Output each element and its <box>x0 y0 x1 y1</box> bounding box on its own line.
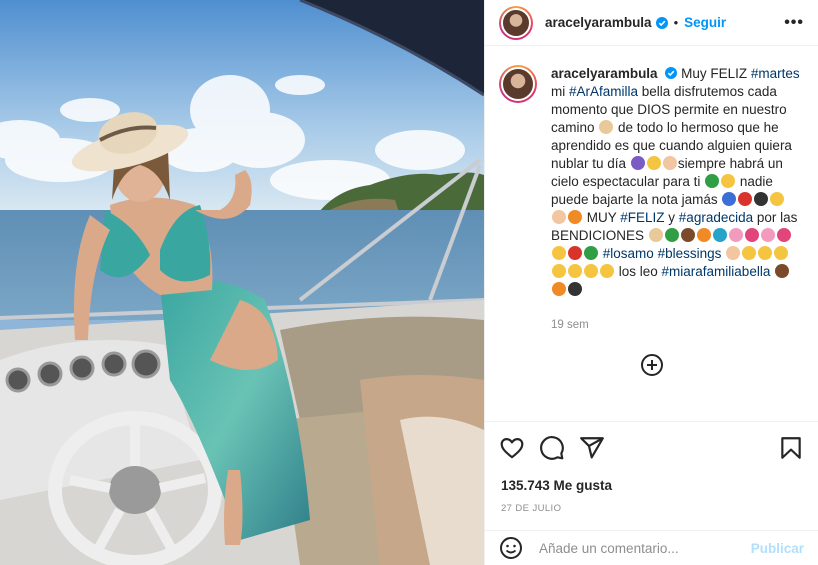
post-header: aracelyarambula • Seguir ••• <box>485 0 818 46</box>
emoji-icon <box>662 156 677 170</box>
likes-count[interactable]: 135.743 Me gusta <box>501 478 612 493</box>
avatar[interactable] <box>499 5 533 40</box>
caption-text-segment: mi <box>551 84 569 99</box>
emoji-icon <box>742 246 757 260</box>
caption-text-segment <box>721 246 725 261</box>
hashtag-link[interactable]: #martes <box>751 66 800 81</box>
comment-input[interactable] <box>539 540 729 556</box>
emoji-icon <box>630 156 645 170</box>
emoji-icon <box>568 246 582 260</box>
emoji-icon <box>754 192 769 206</box>
divider <box>485 421 818 422</box>
add-comment-bar: Publicar <box>485 530 818 565</box>
emoji-icon <box>648 228 663 242</box>
emoji-icon <box>728 228 743 242</box>
emoji-icon <box>568 264 582 278</box>
hashtag-link[interactable]: #blessings <box>658 246 722 261</box>
bookmark-icon[interactable] <box>778 435 804 461</box>
emoji-icon <box>774 246 789 260</box>
caption: aracelyarambula Muy FELIZ #martes mi #Ar… <box>499 65 804 299</box>
hashtag-link[interactable]: #agradecida <box>679 210 753 225</box>
post-sidebar: aracelyarambula • Seguir ••• aracelyaram… <box>484 0 818 565</box>
caption-text: aracelyarambula Muy FELIZ #martes mi #Ar… <box>551 65 801 299</box>
emoji-icon <box>584 264 598 278</box>
hashtag-link[interactable]: #ArAfamilla <box>569 84 638 99</box>
emoji-icon <box>696 228 711 242</box>
post-time-ago[interactable]: 19 sem <box>551 319 804 331</box>
verified-badge-icon <box>655 16 668 29</box>
post-date[interactable]: 27 DE JULIO <box>501 503 561 514</box>
caption-text-segment: y <box>664 210 679 225</box>
caption-username[interactable]: aracelyarambula <box>551 66 658 81</box>
comments-area[interactable]: aracelyarambula Muy FELIZ #martes mi #Ar… <box>485 47 818 413</box>
instagram-post-modal: aracelyarambula • Seguir ••• aracelyaram… <box>0 0 818 565</box>
more-options-icon[interactable]: ••• <box>784 14 804 32</box>
hashtag-link[interactable]: #miarafamiliabella <box>662 264 771 279</box>
caption-text-segment <box>770 264 774 279</box>
comment-icon[interactable] <box>539 435 565 461</box>
emoji-icon <box>760 228 775 242</box>
emoji-icon <box>722 192 737 206</box>
emoji-icon <box>568 282 582 296</box>
hashtag-link[interactable]: #FELIZ <box>620 210 664 225</box>
emoji-icon <box>584 246 598 260</box>
add-circle-icon[interactable] <box>640 353 664 377</box>
emoji-icon <box>721 174 736 188</box>
caption-text-segment: MUY <box>583 210 621 225</box>
publish-button[interactable]: Publicar <box>751 541 804 556</box>
emoji-icon <box>552 210 566 224</box>
emoji-icon <box>552 246 566 260</box>
caption-text-segment: los leo <box>615 264 662 279</box>
follow-button[interactable]: Seguir <box>684 15 726 30</box>
emoji-icon <box>568 210 582 224</box>
post-photo-image <box>0 0 484 565</box>
emoji-icon <box>726 246 741 260</box>
emoji-icon <box>705 174 720 188</box>
post-photo[interactable] <box>0 0 484 565</box>
caption-avatar[interactable] <box>499 65 537 103</box>
emoji-icon <box>552 264 566 278</box>
emoji-icon <box>758 246 773 260</box>
caption-body: Muy FELIZ #martes mi #ArAfamilla bella d… <box>551 66 800 297</box>
header-separator: • <box>673 15 679 30</box>
emoji-icon <box>599 120 614 134</box>
hashtag-link[interactable]: #losamo <box>603 246 654 261</box>
emoji-icon <box>770 192 785 206</box>
emoji-icon <box>712 228 727 242</box>
emoji-icon <box>646 156 661 170</box>
emoji-icon <box>738 192 753 206</box>
share-icon[interactable] <box>579 435 605 461</box>
emoji-icon <box>664 228 679 242</box>
emoji-icon <box>776 228 791 242</box>
heart-icon[interactable] <box>499 435 525 461</box>
caption-text-segment: Muy FELIZ <box>681 66 751 81</box>
smiley-icon[interactable] <box>499 536 523 560</box>
emoji-icon <box>775 264 790 278</box>
emoji-icon <box>680 228 695 242</box>
emoji-icon <box>552 282 566 296</box>
header-username[interactable]: aracelyarambula <box>545 15 652 30</box>
emoji-icon <box>744 228 759 242</box>
action-bar <box>499 434 804 462</box>
verified-badge-icon <box>665 67 678 79</box>
emoji-icon <box>600 264 614 278</box>
